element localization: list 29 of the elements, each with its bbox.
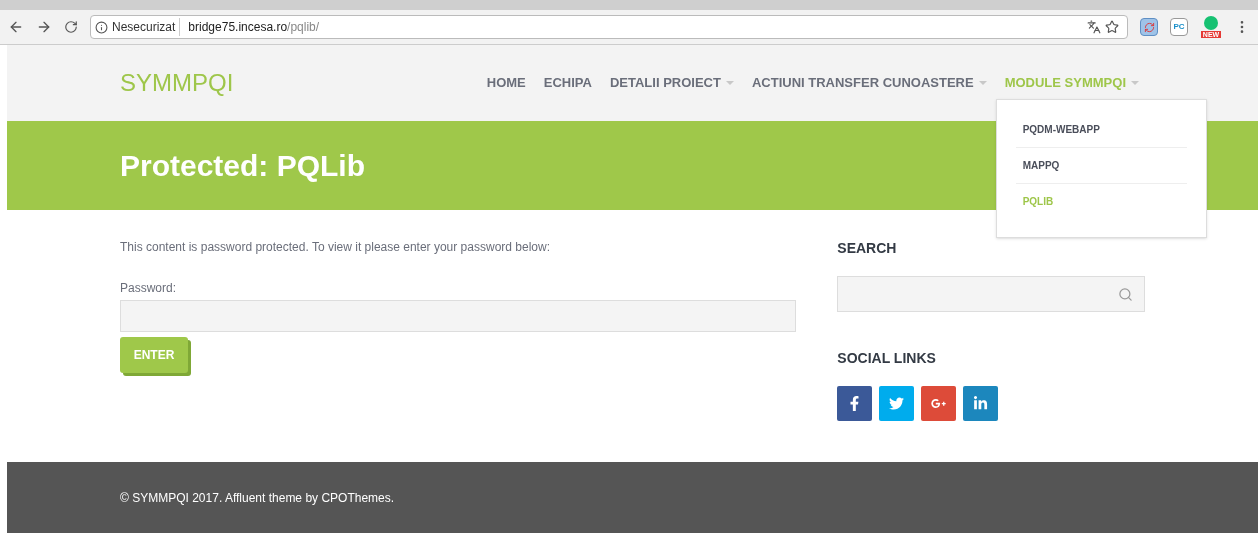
nav-link[interactable]: ACTIUNI TRANSFER CUNOASTERE <box>751 73 974 93</box>
extension-icon[interactable] <box>1140 18 1158 36</box>
address-bar[interactable]: Nesecurizat bridge75.incesa.ro/pqlib/ <box>90 15 1128 39</box>
security-label: Nesecurizat <box>112 18 181 36</box>
search-field[interactable] <box>837 276 1145 312</box>
footer-text: © SYMMPQI 2017. Affluent theme by CPOThemes. <box>120 489 395 507</box>
password-field[interactable] <box>120 300 797 332</box>
forward-icon[interactable] <box>36 19 52 35</box>
nav-link[interactable]: DETALII PROIECT <box>609 73 721 93</box>
protected-notice: This content is password protected. To view it please enter your password below: <box>120 239 551 256</box>
dropdown-item[interactable]: PQDM-WEBAPP <box>1015 112 1187 149</box>
info-icon[interactable] <box>95 20 108 34</box>
nav-link[interactable]: ECHIPA <box>543 73 592 93</box>
page-title: Protected: PQLib <box>120 148 366 184</box>
url-text: bridge75.incesa.ro/pqlib/ <box>187 19 320 36</box>
facebook-icon[interactable] <box>837 386 873 421</box>
extension-button[interactable]: PC <box>1170 18 1188 36</box>
bookmark-star-icon[interactable] <box>1105 20 1119 34</box>
googleplus-icon[interactable] <box>921 386 957 421</box>
linkedin-icon[interactable] <box>963 386 999 421</box>
search-heading: SEARCH <box>837 239 898 258</box>
back-icon[interactable] <box>8 19 24 35</box>
translate-icon[interactable] <box>1087 20 1101 34</box>
dropdown-item[interactable]: MAPPQ <box>1015 148 1187 185</box>
twitter-icon[interactable] <box>879 386 915 421</box>
password-label: Password: <box>120 280 178 297</box>
nav-link[interactable]: HOME <box>486 73 526 93</box>
reload-icon[interactable] <box>64 20 78 34</box>
social-links-heading: SOCIAL LINKS <box>837 349 937 368</box>
